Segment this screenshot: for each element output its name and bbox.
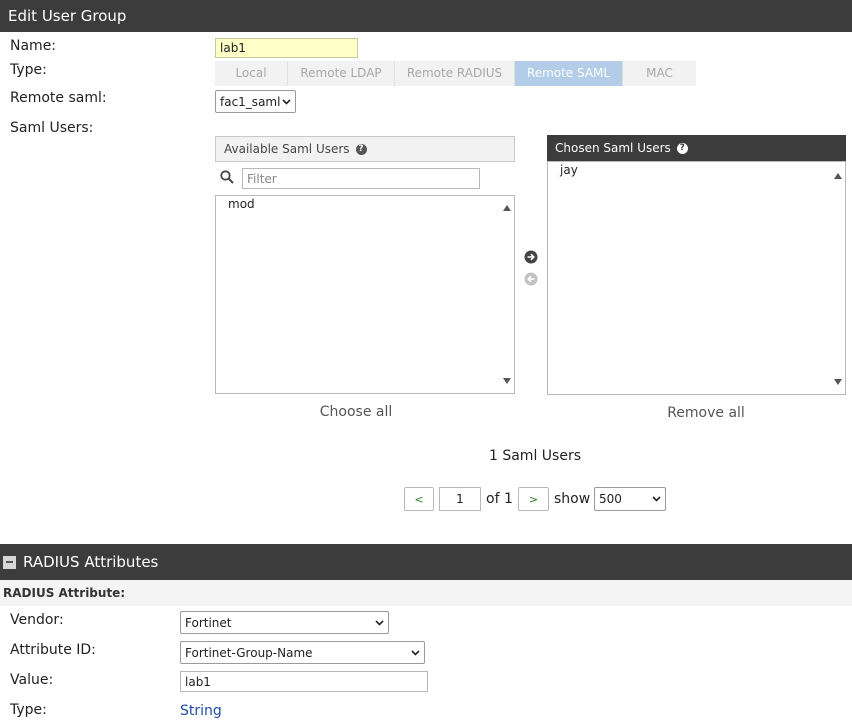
show-label: show <box>554 491 591 507</box>
scroll-up-icon[interactable] <box>503 205 511 211</box>
help-icon[interactable]: ? <box>676 142 688 154</box>
radius-section-header[interactable]: RADIUS Attributes <box>0 544 852 580</box>
page-number-value: 1 <box>456 492 464 506</box>
page-of-text: of 1 <box>486 491 513 507</box>
list-item[interactable]: mod <box>228 197 255 211</box>
vendor-label: Vendor: <box>10 612 64 628</box>
type-label: Type: <box>10 62 47 78</box>
chevron-down-icon <box>282 98 291 105</box>
vendor-value: Fortinet <box>185 615 232 630</box>
filter-placeholder: Filter <box>247 171 277 186</box>
remove-all-button[interactable]: Remove all <box>580 405 832 421</box>
radius-type-label: Type: <box>10 702 47 718</box>
move-right-icon[interactable] <box>524 250 538 264</box>
remote-saml-value: fac1_saml <box>220 94 281 109</box>
chevron-down-icon <box>411 649 420 656</box>
chosen-users-header: Chosen Saml Users ? <box>547 135 846 161</box>
scroll-down-icon[interactable] <box>834 379 842 385</box>
chevron-down-icon <box>375 619 384 626</box>
radius-section-title: RADIUS Attributes <box>23 553 159 571</box>
attribute-id-label: Attribute ID: <box>10 642 96 658</box>
choose-all-button[interactable]: Choose all <box>215 404 497 420</box>
window-title: Edit User Group <box>0 0 852 32</box>
name-input-value: lab1 <box>220 41 246 55</box>
remote-saml-select[interactable]: fac1_saml <box>215 90 296 113</box>
page-size-select[interactable]: 500 <box>594 487 666 511</box>
chosen-users-title: Chosen Saml Users <box>555 141 671 155</box>
search-icon <box>220 170 234 184</box>
name-input[interactable]: lab1 <box>215 38 358 58</box>
page-number-input[interactable]: 1 <box>439 487 481 511</box>
type-selector: Local Remote LDAP Remote RADIUS Remote S… <box>215 61 696 86</box>
radius-type-value: String <box>180 703 222 719</box>
type-tab-mac[interactable]: MAC <box>623 61 696 86</box>
radius-subheader-bar <box>0 580 852 606</box>
type-tab-local[interactable]: Local <box>215 61 288 86</box>
attribute-id-select[interactable]: Fortinet-Group-Name <box>180 641 425 664</box>
users-count: 1 Saml Users <box>488 448 581 464</box>
name-label: Name: <box>10 38 57 54</box>
available-users-list[interactable]: mod <box>215 195 515 394</box>
page-size-value: 500 <box>599 492 622 506</box>
collapse-icon[interactable] <box>3 555 16 569</box>
type-tab-remote-ldap[interactable]: Remote LDAP <box>288 61 395 86</box>
value-input-value: lab1 <box>185 674 211 689</box>
available-users-header: Available Saml Users ? <box>215 136 515 162</box>
type-tab-remote-saml[interactable]: Remote SAML <box>515 61 623 86</box>
chevron-down-icon <box>652 496 661 502</box>
available-users-title: Available Saml Users <box>224 142 350 156</box>
chosen-users-list[interactable]: jay <box>547 161 846 395</box>
remote-saml-label: Remote saml: <box>10 90 107 106</box>
vendor-select[interactable]: Fortinet <box>180 611 389 634</box>
list-item[interactable]: jay <box>560 163 578 177</box>
move-left-icon[interactable] <box>524 272 538 286</box>
scroll-up-icon[interactable] <box>834 173 842 179</box>
help-icon[interactable]: ? <box>355 143 367 155</box>
value-label: Value: <box>10 672 54 688</box>
scroll-down-icon[interactable] <box>503 378 511 384</box>
next-page-button[interactable]: > <box>518 487 549 511</box>
prev-page-button[interactable]: < <box>404 487 434 511</box>
type-tab-remote-radius[interactable]: Remote RADIUS <box>395 61 515 86</box>
value-input[interactable]: lab1 <box>180 671 428 692</box>
filter-input[interactable]: Filter <box>242 168 480 189</box>
saml-users-label: Saml Users: <box>10 120 94 136</box>
attribute-id-value: Fortinet-Group-Name <box>185 645 313 660</box>
radius-subheader: RADIUS Attribute: <box>3 586 126 600</box>
